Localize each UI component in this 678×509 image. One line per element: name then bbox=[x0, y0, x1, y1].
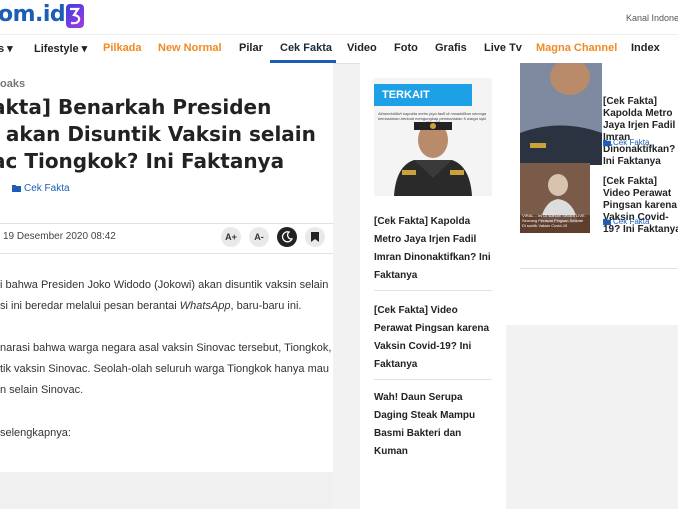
font-decrease-button[interactable]: A- bbox=[249, 227, 269, 247]
paragraph-1-line-1: i bahwa Presiden Joko Widodo (Jokowi) ak… bbox=[0, 279, 329, 291]
folder-icon bbox=[603, 218, 611, 225]
article-main: oaks akta] Benarkah Presiden i akan Disu… bbox=[0, 63, 333, 509]
related-link-1[interactable]: [Cek Fakta] Kapolda Metro Jaya Irjen Fad… bbox=[374, 213, 494, 285]
breadcrumb[interactable]: oaks bbox=[0, 78, 25, 90]
nav-item-index[interactable]: Index bbox=[631, 42, 660, 54]
nav-item-pilkada[interactable]: Pilkada bbox=[103, 42, 142, 54]
paragraph-3: selengkapnya: bbox=[0, 427, 71, 439]
logo-badge-icon bbox=[66, 4, 84, 28]
paragraph-1-line-2-pre: si ini beredar melalui pesan berantai bbox=[0, 300, 180, 312]
news-thumbnail-2[interactable]: VIRAL... Ini Di slarkan Secara LIVE. Seo… bbox=[520, 163, 590, 233]
divider bbox=[374, 290, 492, 291]
top-bar: om.id Kanal Indone bbox=[0, 0, 678, 34]
nav-item-live-tv[interactable]: Live Tv bbox=[484, 42, 522, 54]
article-title: akta] Benarkah Presiden i akan Disuntik … bbox=[0, 95, 316, 173]
right-category-1-label: Cek Fakta bbox=[613, 138, 650, 147]
paragraph-1-line-2-post: , baru-baru ini. bbox=[230, 300, 302, 312]
bookmark-icon bbox=[311, 232, 319, 242]
nav-item-new-normal[interactable]: New Normal bbox=[158, 42, 222, 54]
divider bbox=[374, 379, 492, 380]
nav-item-pilar[interactable]: Pilar bbox=[239, 42, 263, 54]
right-category-1[interactable]: Cek Fakta bbox=[603, 138, 649, 147]
ad-placeholder bbox=[0, 472, 333, 509]
terkait-image[interactable]: TERKAIT Alhamdulillah kapolda metro jaya… bbox=[374, 78, 492, 196]
right-link-1[interactable]: [Cek Fakta] Kapolda Metro Jaya Irjen Fad… bbox=[603, 96, 678, 168]
nav-item-dropdown[interactable]: s ▾ bbox=[0, 42, 13, 55]
publish-date: 19 Desember 2020 08:42 bbox=[3, 231, 116, 242]
divider bbox=[520, 268, 678, 269]
right-category-2-label: Cek Fakta bbox=[613, 217, 650, 226]
whatsapp-emphasis: WhatsApp bbox=[179, 300, 231, 312]
paragraph-2-line-1: narasi bahwa warga negara asal vaksin Si… bbox=[0, 342, 332, 354]
thumbnail-overlay-text: VIRAL... Ini Di slarkan Secara LIVE. Seo… bbox=[522, 213, 586, 228]
paragraph-2-line-2: tik vaksin Sinovac. Seolah-olah seluruh … bbox=[0, 363, 329, 375]
paragraph-1: i bahwa Presiden Joko Widodo (Jokowi) ak… bbox=[0, 275, 328, 317]
paragraph-2-line-3: n selain Sinovac. bbox=[0, 384, 84, 396]
related-link-3[interactable]: Wah! Daun Serupa Daging Steak Mampu Basm… bbox=[374, 389, 494, 461]
right-link-2[interactable]: [Cek Fakta] Video Perawat Pingsan karena… bbox=[603, 176, 678, 236]
officer-photo bbox=[394, 121, 472, 196]
site-logo[interactable]: om.id bbox=[0, 2, 66, 27]
news-thumbnail-1[interactable] bbox=[520, 63, 602, 165]
article-category-label: Cek Fakta bbox=[24, 183, 70, 194]
main-nav: s ▾ Lifestyle ▾ Pilkada New Normal Pilar… bbox=[0, 34, 678, 64]
officer-thumb bbox=[520, 63, 602, 165]
kanal-indonesia-link[interactable]: Kanal Indone bbox=[626, 13, 678, 23]
article-category[interactable]: Cek Fakta bbox=[12, 183, 70, 194]
nav-item-video[interactable]: Video bbox=[347, 42, 377, 54]
moon-icon bbox=[281, 231, 294, 243]
right-column: [Cek Fakta] Kapolda Metro Jaya Irjen Fad… bbox=[506, 63, 678, 325]
related-link-2[interactable]: [Cek Fakta] Video Perawat Pingsan karena… bbox=[374, 302, 494, 374]
nav-item-lifestyle[interactable]: Lifestyle ▾ bbox=[34, 42, 87, 55]
divider bbox=[0, 223, 333, 224]
nav-item-foto[interactable]: Foto bbox=[394, 42, 418, 54]
divider bbox=[0, 253, 333, 254]
paragraph-2: narasi bahwa warga negara asal vaksin Si… bbox=[0, 338, 331, 401]
folder-icon bbox=[12, 185, 21, 192]
nav-item-grafis[interactable]: Grafis bbox=[435, 42, 467, 54]
dark-mode-button[interactable] bbox=[277, 227, 297, 247]
nav-item-cek-fakta[interactable]: Cek Fakta bbox=[280, 42, 332, 54]
font-increase-button[interactable]: A+ bbox=[221, 227, 241, 247]
folder-icon bbox=[603, 139, 611, 146]
bookmark-button[interactable] bbox=[305, 227, 325, 247]
nav-item-magna-channel[interactable]: Magna Channel bbox=[536, 42, 617, 54]
right-category-2[interactable]: Cek Fakta bbox=[603, 217, 649, 226]
related-sidebar: TERKAIT Alhamdulillah kapolda metro jaya… bbox=[360, 63, 506, 509]
